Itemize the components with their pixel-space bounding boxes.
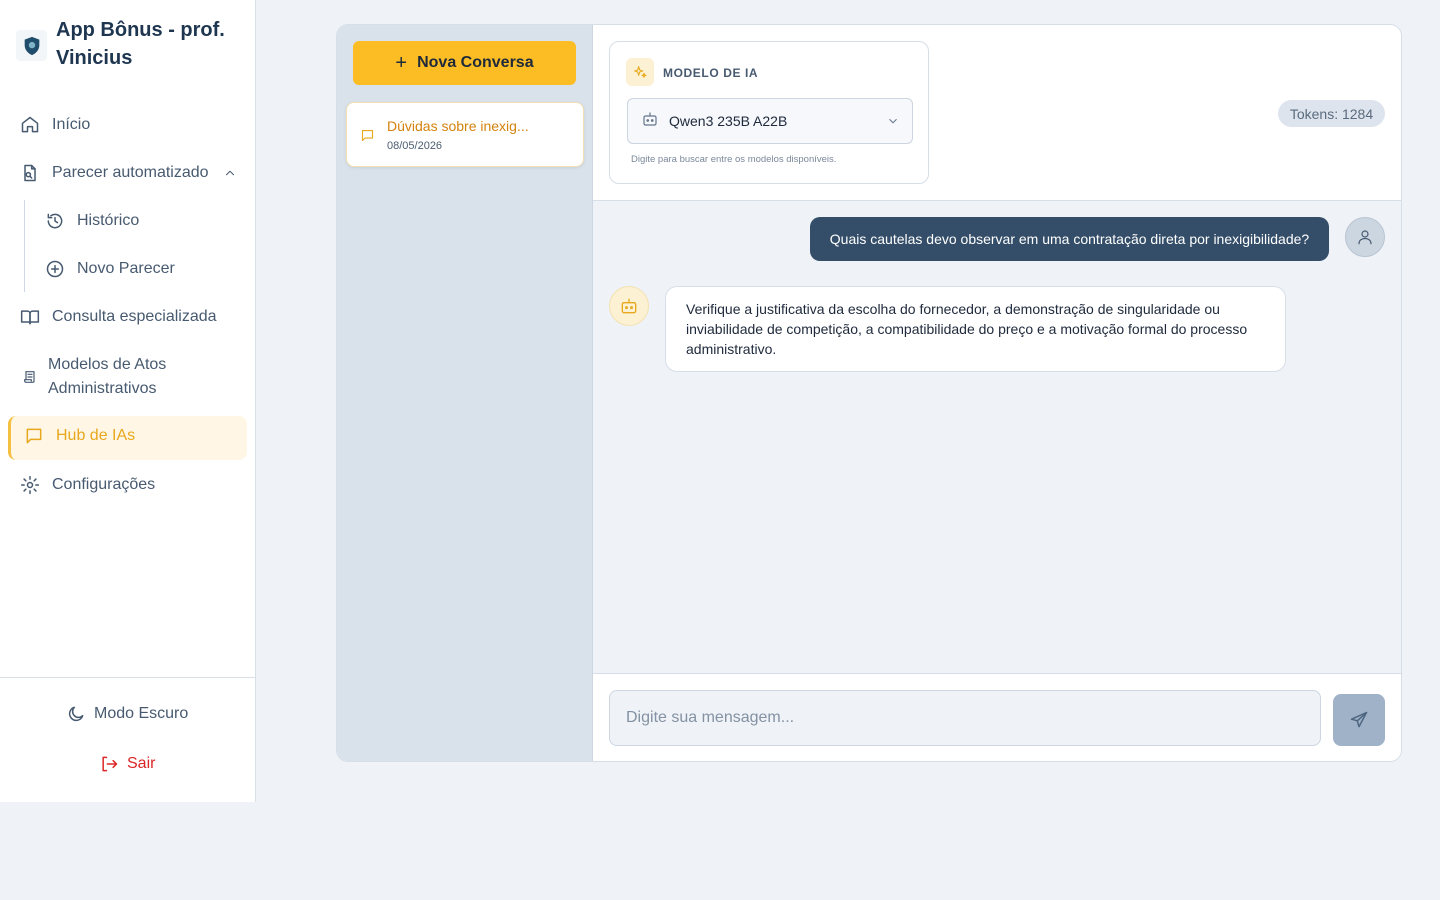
- user-message: Quais cautelas devo observar em uma cont…: [810, 217, 1329, 261]
- sidebar-divider: [0, 677, 256, 678]
- dark-mode-toggle[interactable]: Modo Escuro: [66, 704, 188, 724]
- user-icon: [1358, 230, 1372, 245]
- nav-hub-ias[interactable]: Hub de IAs: [8, 416, 247, 460]
- app-logo-icon: [16, 30, 47, 61]
- message-input[interactable]: [609, 690, 1321, 746]
- message-square-icon: [26, 428, 42, 444]
- sidebar: App Bônus - prof. Vinicius Início Parece…: [0, 0, 256, 802]
- chat-panel: + Nova Conversa Dúvidas sobre inexig... …: [336, 24, 1402, 762]
- nav-consulta-especializada[interactable]: Consulta especializada: [20, 305, 217, 329]
- chat-header: MODELO DE IA Qwen3 235B A22B Digite para…: [593, 25, 1401, 201]
- nav-parecer-label: Parecer automatizado: [52, 164, 209, 181]
- plus-circle-icon: [45, 259, 65, 279]
- history-icon: [45, 211, 65, 231]
- chevron-up-icon[interactable]: [223, 166, 237, 180]
- send-icon: [1350, 711, 1368, 728]
- nav-hub-label: Hub de IAs: [56, 427, 136, 444]
- nav-configuracoes[interactable]: Configurações: [20, 473, 155, 497]
- conversation-title: Dúvidas sobre inexig...: [387, 118, 529, 134]
- assistant-avatar: [609, 286, 649, 326]
- nav-historico[interactable]: Histórico: [45, 209, 139, 233]
- app-title: App Bônus - prof. Vinicius: [56, 19, 225, 69]
- new-conversation-label: Nova Conversa: [417, 54, 534, 71]
- moon-icon: [68, 706, 84, 722]
- nav-config-label: Configurações: [52, 476, 156, 493]
- model-selector-card: MODELO DE IA Qwen3 235B A22B Digite para…: [609, 41, 929, 184]
- composer: [593, 673, 1401, 761]
- scroll-icon: [20, 367, 40, 387]
- nav-modelos-label: Modelos de Atos Administrativos: [48, 356, 167, 397]
- plus-icon: +: [395, 52, 408, 74]
- bot-icon: [641, 110, 659, 133]
- conversation-item[interactable]: Dúvidas sobre inexig... 08/05/2026: [346, 102, 584, 167]
- home-icon: [20, 115, 40, 135]
- send-button[interactable]: [1333, 694, 1385, 746]
- message-square-icon: [361, 129, 374, 142]
- dark-mode-label: Modo Escuro: [94, 705, 189, 722]
- logout-icon: [102, 756, 118, 772]
- nav-parecer-automatizado[interactable]: Parecer automatizado: [20, 161, 237, 185]
- logout-button[interactable]: Sair: [99, 754, 155, 774]
- conversation-list: + Nova Conversa Dúvidas sobre inexig... …: [337, 25, 593, 761]
- model-label: MODELO DE IA: [663, 66, 759, 80]
- nav-novo-parecer-label: Novo Parecer: [77, 260, 175, 277]
- model-selected-value: Qwen3 235B A22B: [669, 113, 788, 129]
- user-avatar: [1345, 217, 1385, 257]
- chat-area: MODELO DE IA Qwen3 235B A22B Digite para…: [593, 25, 1401, 761]
- conversation-date: 08/05/2026: [387, 140, 443, 152]
- submenu-line: [24, 200, 25, 292]
- new-conversation-button[interactable]: + Nova Conversa: [353, 41, 576, 85]
- nav-inicio-label: Início: [52, 116, 91, 133]
- book-open-icon: [20, 307, 40, 327]
- gear-icon: [20, 475, 40, 495]
- logout-label: Sair: [127, 755, 156, 772]
- brand: App Bônus - prof. Vinicius: [16, 16, 246, 72]
- model-select[interactable]: Qwen3 235B A22B: [627, 98, 913, 144]
- nav-historico-label: Histórico: [77, 212, 140, 229]
- nav-modelos-atos[interactable]: Modelos de Atos Administrativos: [20, 353, 208, 401]
- chevron-down-icon: [886, 114, 900, 133]
- nav-inicio[interactable]: Início: [20, 113, 90, 137]
- assistant-message: Verifique a justificativa da escolha do …: [665, 286, 1286, 372]
- tokens-badge: Tokens: 1284: [1278, 100, 1385, 127]
- model-hint: Digite para buscar entre os modelos disp…: [631, 154, 837, 165]
- nav-consulta-label: Consulta especializada: [52, 308, 217, 325]
- sparkles-icon: [626, 58, 654, 86]
- nav-novo-parecer[interactable]: Novo Parecer: [45, 257, 175, 281]
- file-search-icon: [20, 163, 40, 183]
- bot-icon: [621, 298, 637, 314]
